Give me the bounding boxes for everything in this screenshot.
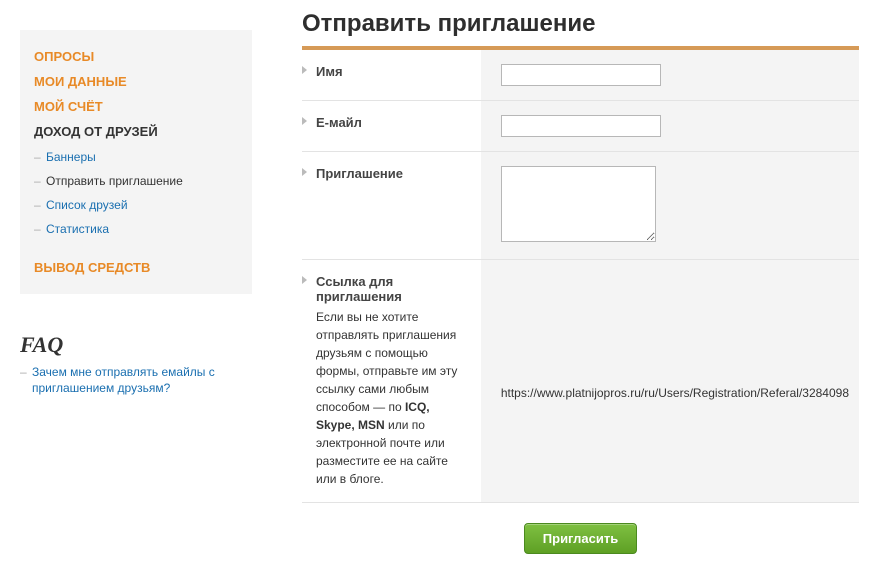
email-input[interactable] [501,115,661,137]
arrow-icon [302,168,307,176]
name-input[interactable] [501,64,661,86]
invite-button[interactable]: Пригласить [524,523,637,554]
label-reflink-desc: Если вы не хотите отправлять приглашения… [316,308,471,488]
label-name: Имя [316,64,343,79]
sidebar-sub-friends-list[interactable]: Список друзей [46,198,128,212]
label-invitation: Приглашение [316,166,403,181]
faq-title: FAQ [20,332,252,358]
arrow-icon [302,117,307,125]
faq-link-why-emails[interactable]: Зачем мне отправлять емайлы с приглашени… [32,365,215,395]
sidebar-item-my-account[interactable]: МОЙ СЧЁТ [34,99,103,114]
sidebar-sub-send-invite: Отправить приглашение [46,174,183,188]
label-reflink-heading: Ссылка для приглашения [316,274,402,304]
arrow-icon [302,66,307,74]
sidebar-item-friend-income: ДОХОД ОТ ДРУЗЕЙ [34,124,158,139]
sidebar-sub-statistics[interactable]: Статистика [46,222,109,236]
sidebar-sub-banners[interactable]: Баннеры [46,150,96,164]
sidebar-item-my-data[interactable]: МОИ ДАННЫЕ [34,74,127,89]
sidebar-item-withdraw[interactable]: ВЫВОД СРЕДСТВ [34,260,150,275]
page-title: Отправить приглашение [302,10,859,38]
referral-link-text: https://www.platnijopros.ru/ru/Users/Reg… [501,274,849,400]
label-email: Е-майл [316,115,362,130]
sidebar-item-surveys[interactable]: ОПРОСЫ [34,49,94,64]
invitation-textarea[interactable] [501,166,656,242]
arrow-icon [302,276,307,284]
